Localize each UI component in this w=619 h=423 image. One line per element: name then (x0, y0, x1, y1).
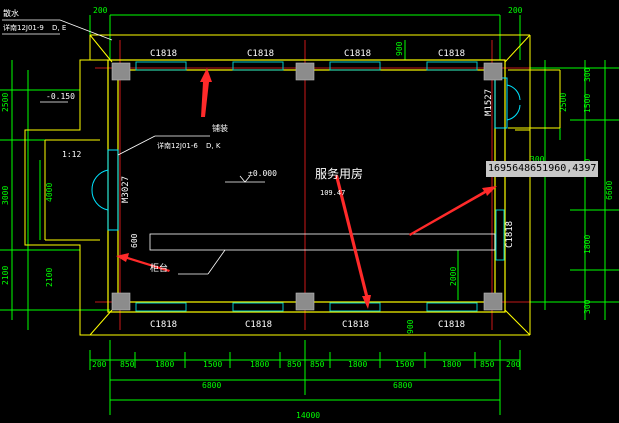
window-label: C1818 (344, 49, 371, 59)
dim-bottom-window: 900 (406, 319, 415, 334)
dim-value: 850 (120, 360, 135, 369)
detail-ref-mid-title: 铺装 (212, 123, 228, 133)
dim-value: 850 (287, 360, 302, 369)
dim-top-window: 900 (395, 41, 404, 56)
dim-right-inner: 2500 (559, 93, 568, 112)
window-label: C1818 (247, 49, 274, 59)
dim-left-inner: 4000 (45, 183, 54, 202)
overflow-note: 散水 (3, 8, 19, 18)
dim-right: 300 (583, 67, 592, 82)
dim-value: 200 (506, 360, 521, 369)
counter-label: 柜台 (150, 262, 168, 274)
dim-top-left: 200 (93, 6, 108, 15)
dim-bay-right: 6800 (393, 381, 412, 390)
dim-value: 1800 (348, 360, 367, 369)
window-label-right: C1818 (505, 221, 515, 248)
counter-depth: 600 (130, 233, 139, 248)
window-label: C1818 (150, 320, 177, 330)
cad-floor-plan: C1818 C1818 C1818 C1818 C1818 C1818 C181… (0, 0, 619, 423)
floor-level: ±0.000 (248, 169, 277, 178)
detail-ref-top: 详南12J01-9 (3, 23, 44, 32)
outdoor-elevation: -0.150 (46, 92, 75, 101)
dim-right: 1500 (583, 94, 592, 113)
dim-value: 1500 (203, 360, 222, 369)
dim-value: 1800 (442, 360, 461, 369)
dim-left: 3000 (1, 186, 10, 205)
dim-right: 1800 (583, 235, 592, 254)
window-label: C1818 (342, 320, 369, 330)
window-label: C1818 (245, 320, 272, 330)
room-name: 服务用房 (315, 166, 363, 181)
dim-bay-left: 6800 (202, 381, 221, 390)
door-label-right: M1527 (484, 89, 494, 116)
dim-right-inner: 2000 (449, 267, 458, 286)
slope-label: 1:12 (62, 150, 81, 159)
dim-left: 2100 (1, 266, 10, 285)
detail-ref-mid-sub: D, K (206, 142, 221, 150)
dim-right: 300 (583, 299, 592, 314)
dim-value: 1500 (395, 360, 414, 369)
dim-right-total: 6600 (605, 181, 614, 200)
door-label-left: M3027 (121, 176, 131, 203)
dim-value: 200 (92, 360, 107, 369)
detail-ref-top-sub: D, E (52, 24, 66, 32)
dim-value: 1800 (155, 360, 174, 369)
dim-value: 850 (480, 360, 495, 369)
dim-top-right: 200 (508, 6, 523, 15)
room-area: 109.47 (320, 189, 345, 197)
window-label: C1818 (150, 49, 177, 59)
dim-value: 850 (310, 360, 325, 369)
coordinate-readout: 1695648651960,4397 (486, 161, 599, 177)
dim-left-bottom: 2100 (45, 268, 54, 287)
detail-ref-mid: 详南12J01-6 (157, 141, 198, 150)
window-label: C1818 (438, 49, 465, 59)
dim-left: 2500 (1, 93, 10, 112)
dim-total: 14000 (296, 411, 320, 420)
dim-value: 1800 (250, 360, 269, 369)
window-label: C1818 (438, 320, 465, 330)
